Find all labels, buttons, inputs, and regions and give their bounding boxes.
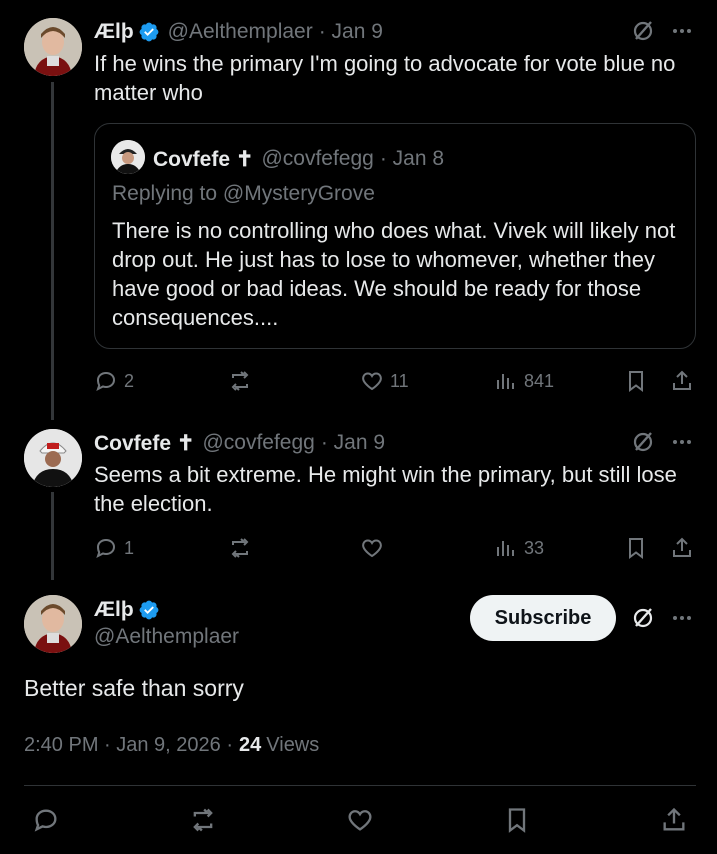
like-button[interactable] — [346, 806, 374, 834]
bookmark-button[interactable] — [624, 536, 648, 560]
share-button[interactable] — [670, 369, 694, 393]
author-handle[interactable]: @Aelthemplaer — [94, 625, 239, 649]
views-count: 33 — [524, 537, 545, 558]
repost-button[interactable] — [189, 806, 217, 834]
like-count: 11 — [390, 370, 409, 391]
repost-button[interactable] — [228, 536, 252, 560]
quote-author-name: Covfefe ✝ — [153, 147, 254, 171]
share-button[interactable] — [670, 536, 694, 560]
share-button[interactable] — [660, 806, 688, 834]
bookmark-button[interactable] — [503, 806, 531, 834]
main-tweet-text: Better safe than sorry — [24, 675, 244, 701]
verified-badge-icon — [139, 600, 159, 620]
divider — [24, 785, 696, 786]
avatar[interactable] — [24, 429, 82, 487]
quote-tweet[interactable]: Covfefe ✝ @covfefegg · Jan 8 Replying to… — [94, 123, 696, 349]
author-name[interactable]: Ælþ — [94, 598, 134, 622]
tweet-meta: 2:40 PM · Jan 9, 2026 · 24 Views — [24, 734, 319, 757]
like-button[interactable]: 11 — [360, 369, 409, 393]
timestamp[interactable]: 2:40 PM · Jan 9, 2026 · — [24, 734, 233, 757]
quote-date: · Jan 8 — [379, 147, 445, 170]
avatar[interactable] — [24, 595, 82, 653]
grok-icon[interactable] — [631, 430, 655, 454]
author-handle[interactable]: @Aelthemplaer — [168, 20, 313, 44]
tweet-date[interactable]: · Jan 9 — [319, 20, 383, 44]
grok-icon[interactable] — [631, 606, 655, 630]
subscribe-button[interactable]: Subscribe — [470, 595, 616, 641]
author-name[interactable]: Ælþ — [94, 20, 134, 44]
views-count: 24 — [239, 734, 262, 756]
views-label: Views — [266, 734, 320, 756]
more-icon[interactable] — [670, 19, 694, 43]
tweet-date[interactable]: · Jan 9 — [321, 431, 385, 455]
tweet-text: Seems a bit extreme. He might win the pr… — [94, 462, 677, 516]
author-handle[interactable]: @covfefegg — [202, 431, 314, 455]
tweet-text: If he wins the primary I'm going to advo… — [94, 51, 676, 105]
verified-badge-icon — [139, 22, 159, 42]
reply-button[interactable] — [32, 806, 60, 834]
author-name[interactable]: Covfefe ✝ — [94, 431, 194, 456]
avatar[interactable] — [24, 18, 82, 76]
repost-button[interactable] — [228, 369, 252, 393]
reply-count: 2 — [124, 370, 135, 391]
more-icon[interactable] — [670, 430, 694, 454]
quote-author-handle: @covfefegg — [261, 147, 374, 170]
views-count: 841 — [524, 370, 555, 391]
thread-line — [51, 492, 54, 580]
replying-to: Replying to @MysteryGrove — [112, 182, 375, 205]
more-icon[interactable] — [670, 606, 694, 630]
reply-button[interactable]: 2 — [94, 369, 134, 393]
thread-line — [51, 82, 54, 420]
reply-button[interactable]: 1 — [94, 536, 134, 560]
views-button[interactable]: 841 — [494, 369, 554, 393]
quote-avatar[interactable] — [111, 140, 145, 174]
bookmark-button[interactable] — [624, 369, 648, 393]
views-button[interactable]: 33 — [494, 536, 544, 560]
grok-icon[interactable] — [631, 19, 655, 43]
reply-count: 1 — [124, 537, 135, 558]
quote-text: There is no controlling who does what. V… — [112, 218, 676, 330]
like-button[interactable] — [360, 536, 384, 560]
